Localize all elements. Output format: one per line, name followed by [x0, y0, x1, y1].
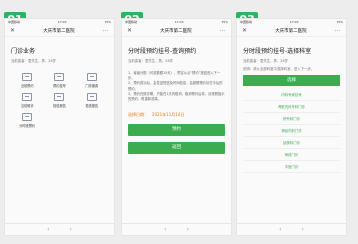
close-icon[interactable]: ✕ — [242, 27, 247, 34]
patient-info: 当前患者：童先生，男，26岁 — [243, 59, 289, 63]
bottom-bar: ‹ › — [5, 223, 114, 235]
back-arrow-icon[interactable]: ‹ — [279, 224, 281, 235]
nav-title: 大庆市第二医院 — [275, 28, 307, 34]
department-item[interactable]: 骨科门诊 — [243, 149, 340, 161]
time-slot-icon — [22, 113, 33, 121]
menu-item-lab-report[interactable]: 检验报告 — [43, 93, 75, 108]
department-item[interactable]: 肝外科门诊 — [243, 113, 340, 125]
department-item[interactable]: 中医门诊 — [243, 161, 340, 173]
department-item[interactable]: 结核科门诊 — [243, 137, 340, 149]
selected-date-row: 选择日期： 2021年11月14日 — [128, 112, 225, 118]
queue-icon — [22, 93, 33, 101]
back-button[interactable]: 返回 — [128, 142, 225, 155]
book-button[interactable]: 预约 — [128, 124, 225, 137]
page-title: 分时段预约挂号-查询预约 — [128, 48, 197, 55]
back-arrow-icon[interactable]: ‹ — [47, 224, 49, 235]
forward-arrow-icon[interactable]: › — [70, 224, 72, 235]
menu-item-payment[interactable]: 门诊缴费 — [76, 73, 108, 88]
nav-title: 大庆市第二医院 — [160, 28, 192, 34]
calendar-icon — [22, 73, 33, 81]
report-icon — [54, 93, 65, 101]
department-item[interactable]: 肾脏内科专科门诊 — [243, 101, 340, 113]
payment-icon — [86, 73, 97, 81]
menu-item-current-appointment[interactable]: 当前预约 — [11, 73, 43, 88]
department-item[interactable]: 神经内科门诊 — [243, 125, 340, 137]
more-icon[interactable]: ··· — [103, 28, 109, 34]
nav-bar: ✕ 大庆市第二医院 ··· — [5, 25, 114, 37]
more-icon[interactable]: ··· — [220, 28, 226, 34]
page-title: 分时段预约挂号-选择科室 — [243, 48, 312, 55]
exam-icon — [86, 93, 97, 101]
patient-info: 当前患者：童先生，男，26岁 — [11, 59, 57, 63]
bottom-bar: ‹ › — [122, 223, 231, 235]
register-icon — [54, 73, 65, 81]
back-arrow-icon[interactable]: ‹ — [164, 224, 166, 235]
forward-arrow-icon[interactable]: › — [187, 224, 189, 235]
close-icon[interactable]: ✕ — [127, 27, 132, 34]
phone-screen-3: 中国移动 17:03 75% ✕ 大庆市第二医院 ··· 分时段预约挂号-选择科… — [236, 18, 347, 236]
department-item[interactable]: 内科专家挂号 — [243, 89, 340, 101]
nav-bar: ✕ 大庆市第二医院 ··· — [237, 25, 346, 37]
selected-date-value[interactable]: 2021年11月14日 — [152, 112, 184, 118]
menu-item-register[interactable]: 预约挂号 — [43, 73, 75, 88]
nav-bar: ✕ 大庆市第二医院 ··· — [122, 25, 231, 37]
selected-date-label: 选择日期： — [128, 112, 148, 118]
forward-arrow-icon[interactable]: › — [302, 224, 304, 235]
menu-item-exam-report[interactable]: 检查报告 — [76, 93, 108, 108]
close-icon[interactable]: ✕ — [10, 27, 15, 34]
nav-title: 大庆市第二医院 — [43, 28, 75, 34]
menu-item-time-slot[interactable]: 分时段预约 — [11, 113, 43, 128]
department-list: 内科专家挂号 肾脏内科专科门诊 肝外科门诊 神经内科门诊 结核科门诊 骨科门诊 … — [243, 89, 340, 173]
page-title: 门诊业务 — [11, 48, 36, 55]
phone-screen-2: 中国移动 17:03 75% ✕ 大庆市第二医院 ··· 分时段预约挂号-查询预… — [121, 18, 232, 236]
instructions: 1、省级分配（可选数额15天），预定从点“预约”按钮进入下一步。 2、预约成功后… — [128, 71, 225, 102]
service-menu: 当前预约 预约挂号 门诊缴费 当前候诊 检验报告 检查报告 分时段预约 — [11, 73, 108, 128]
bottom-bar: ‹ › — [237, 223, 346, 235]
phone-screen-1: 中国移动 17:03 75% ✕ 大庆市第二医院 ··· 门诊业务 当前患者：童… — [4, 18, 115, 236]
choose-button[interactable]: 选择 — [243, 75, 340, 86]
more-icon[interactable]: ··· — [335, 28, 341, 34]
patient-info: 当前患者：童先生，男，26岁 — [128, 59, 174, 63]
menu-item-queue[interactable]: 当前候诊 — [11, 93, 43, 108]
selection-note: 说明：请从全部科室中选择科室，进入下一步。 — [243, 67, 315, 71]
